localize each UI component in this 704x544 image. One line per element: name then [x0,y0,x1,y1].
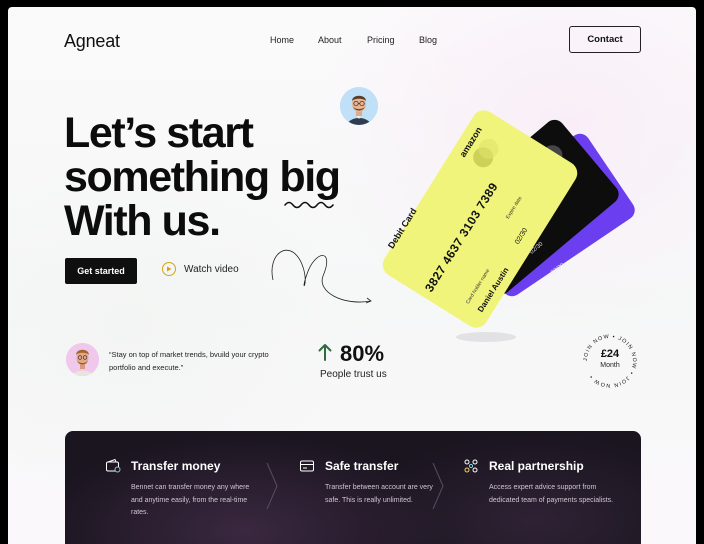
badge-ring: JOIN NOW • JOIN NOW • JOIN NOW • [583,334,637,388]
features-panel: Transfer money Bennet can transfer money… [65,431,641,544]
watch-video-label: Watch video [184,263,239,275]
wallet-icon [106,458,121,473]
nav-blog[interactable]: Blog [419,35,437,45]
credit-cards-illustration: amazon Debit Card 3827 4637 3103 7389 Ex… [368,97,648,347]
stat-value: 80% [340,341,385,366]
avatar [66,343,99,376]
contact-button[interactable]: Contact [569,26,641,53]
watch-video-link[interactable]: Watch video [162,262,239,276]
stat-label: People trust us [320,369,387,380]
chevron-right-icon [432,462,444,510]
hero-title-line-1: Let’s start [64,109,254,157]
feature-desc: Access expert advice support from dedica… [489,484,614,504]
badge-unit: Month [600,362,620,369]
feature-title: Safe transfer [325,459,399,473]
join-now-badge[interactable]: JOIN NOW • JOIN NOW • JOIN NOW • £24 Mon… [581,332,639,390]
svg-text:JOIN NOW • JOIN NOW • JOIN NOW: JOIN NOW • JOIN NOW • JOIN NOW • [583,334,637,388]
logo[interactable]: Agneat [64,31,120,52]
feature-title: Transfer money [131,459,221,473]
card-icon [300,460,314,472]
feature-desc: Bennet can transfer money any where and … [131,484,250,517]
chevron-right-icon [266,462,278,510]
nav-pricing[interactable]: Pricing [367,35,395,45]
landing-page: Agneat Home About Pricing Blog Contact L… [8,7,696,544]
arrow-up-icon [318,344,332,361]
badge-ring-text: JOIN NOW • JOIN NOW • JOIN NOW • [583,334,636,388]
testimonial-quote: “Stay on top of market trends, bvuild yo… [109,350,269,372]
feature-title: Real partnership [489,459,584,473]
badge-price: £24 [600,348,620,360]
nav-home[interactable]: Home [270,35,294,45]
hero-title: Let’s start something big With us. [64,111,384,243]
get-started-button[interactable]: Get started [65,258,137,284]
decorative-curl-icon [271,249,372,304]
squiggle-underline-icon [284,201,334,209]
play-icon [162,262,176,276]
nav-about[interactable]: About [318,35,342,45]
network-icon [464,459,478,473]
hero-title-line-2: something big [64,153,341,201]
